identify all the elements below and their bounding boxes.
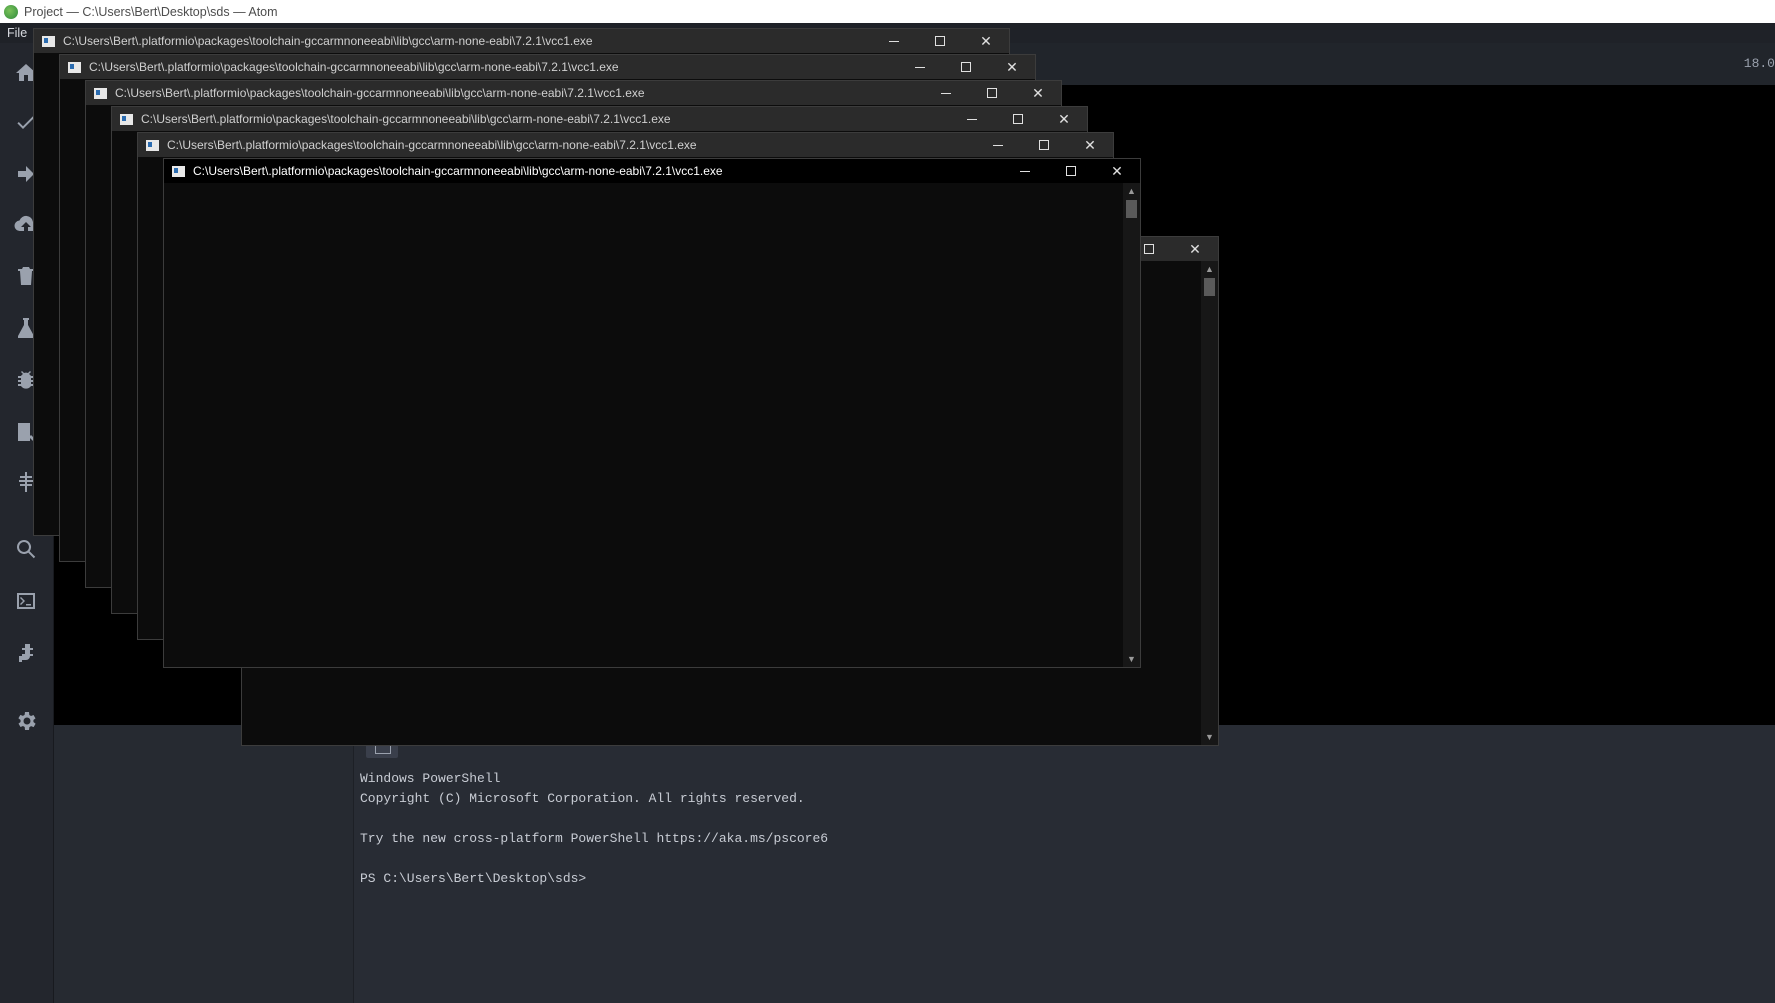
minimize-icon	[967, 118, 977, 120]
maximize-button[interactable]	[1048, 159, 1094, 183]
maximize-icon	[1066, 166, 1076, 176]
minimize-button[interactable]	[897, 55, 943, 79]
version-text: 18.0	[1743, 56, 1775, 71]
cmd-window-title: C:\Users\Bert\.platformio\packages\toolc…	[193, 164, 723, 178]
cmd-titlebar[interactable]: C:\Users\Bert\.platformio\packages\toolc…	[86, 81, 1061, 105]
plug-icon[interactable]	[12, 639, 40, 667]
minimize-button[interactable]	[871, 29, 917, 53]
close-icon: ✕	[1058, 110, 1070, 127]
close-button[interactable]: ✕	[963, 29, 1009, 53]
close-icon: ✕	[980, 32, 992, 49]
maximize-icon	[1144, 244, 1154, 254]
scroll-down-arrow[interactable]: ▼	[1201, 729, 1218, 745]
gear-icon[interactable]	[12, 707, 40, 735]
minimize-icon	[889, 40, 899, 42]
minimize-icon	[993, 144, 1003, 146]
scrollbar[interactable]: ▲ ▼	[1123, 183, 1140, 667]
cmd-titlebar[interactable]: C:\Users\Bert\.platformio\packages\toolc…	[112, 107, 1087, 131]
maximize-icon	[961, 62, 971, 72]
close-button[interactable]: ✕	[1094, 159, 1140, 183]
atom-titlebar: Project — C:\Users\Bert\Desktop\sds — At…	[0, 0, 1775, 23]
minimize-icon	[941, 92, 951, 94]
close-icon: ✕	[1189, 240, 1201, 257]
terminal-line: Try the new cross-platform PowerShell ht…	[360, 831, 829, 846]
scroll-down-arrow[interactable]: ▼	[1123, 651, 1140, 667]
cmd-window-title: C:\Users\Bert\.platformio\packages\toolc…	[89, 60, 619, 74]
terminal-line: Copyright (C) Microsoft Corporation. All…	[360, 791, 805, 806]
console-icon	[172, 165, 185, 177]
minimize-icon	[915, 66, 925, 68]
cmd-window-title: C:\Users\Bert\.platformio\packages\toolc…	[115, 86, 645, 100]
close-icon: ✕	[1006, 58, 1018, 75]
console-icon	[146, 139, 159, 151]
maximize-button[interactable]	[1021, 133, 1067, 157]
close-button[interactable]: ✕	[1041, 107, 1087, 131]
minimize-button[interactable]	[949, 107, 995, 131]
minimize-icon	[1020, 170, 1030, 172]
cmd-titlebar[interactable]: C:\Users\Bert\.platformio\packages\toolc…	[60, 55, 1035, 79]
scroll-up-arrow[interactable]: ▲	[1201, 261, 1218, 277]
maximize-button[interactable]	[995, 107, 1041, 131]
console-icon	[68, 61, 81, 73]
maximize-icon	[987, 88, 997, 98]
scroll-thumb[interactable]	[1204, 278, 1215, 296]
search-icon[interactable]	[12, 535, 40, 563]
minimize-button[interactable]	[975, 133, 1021, 157]
console-icon	[94, 87, 107, 99]
scroll-thumb[interactable]	[1126, 200, 1137, 218]
cmd-window-title: C:\Users\Bert\.platformio\packages\toolc…	[141, 112, 671, 126]
terminal-prompt[interactable]: PS C:\Users\Bert\Desktop\sds>	[360, 871, 586, 886]
close-button[interactable]: ✕	[1015, 81, 1061, 105]
maximize-button[interactable]	[943, 55, 989, 79]
console-icon	[42, 35, 55, 47]
minimize-button[interactable]	[1002, 159, 1048, 183]
menu-file[interactable]: File	[7, 26, 27, 40]
cmd-window-title: C:\Users\Bert\.platformio\packages\toolc…	[167, 138, 697, 152]
minimize-button[interactable]	[923, 81, 969, 105]
close-button[interactable]: ✕	[1067, 133, 1113, 157]
cmd-titlebar[interactable]: C:\Users\Bert\.platformio\packages\toolc…	[34, 29, 1009, 53]
close-button[interactable]: ✕	[1172, 237, 1218, 261]
cmd-window-active[interactable]: C:\Users\Bert\.platformio\packages\toolc…	[163, 158, 1141, 668]
terminal-icon[interactable]	[12, 587, 40, 615]
maximize-button[interactable]	[917, 29, 963, 53]
close-icon: ✕	[1032, 84, 1044, 101]
scroll-up-arrow[interactable]: ▲	[1123, 183, 1140, 199]
close-button[interactable]: ✕	[989, 55, 1035, 79]
cmd-titlebar[interactable]: C:\Users\Bert\.platformio\packages\toolc…	[164, 159, 1140, 183]
close-icon: ✕	[1084, 136, 1096, 153]
maximize-icon	[935, 36, 945, 46]
terminal-line: Windows PowerShell	[360, 771, 501, 786]
terminal-sidebar	[54, 725, 354, 1003]
close-icon: ✕	[1111, 162, 1123, 179]
cmd-titlebar[interactable]: C:\Users\Bert\.platformio\packages\toolc…	[138, 133, 1113, 157]
maximize-button[interactable]	[969, 81, 1015, 105]
cmd-window-title: C:\Users\Bert\.platformio\packages\toolc…	[63, 34, 593, 48]
maximize-icon	[1013, 114, 1023, 124]
console-icon	[120, 113, 133, 125]
maximize-icon	[1039, 140, 1049, 150]
scrollbar[interactable]: ▲ ▼	[1201, 261, 1218, 745]
atom-logo-icon	[4, 4, 18, 19]
window-title: Project — C:\Users\Bert\Desktop\sds — At…	[24, 4, 278, 19]
